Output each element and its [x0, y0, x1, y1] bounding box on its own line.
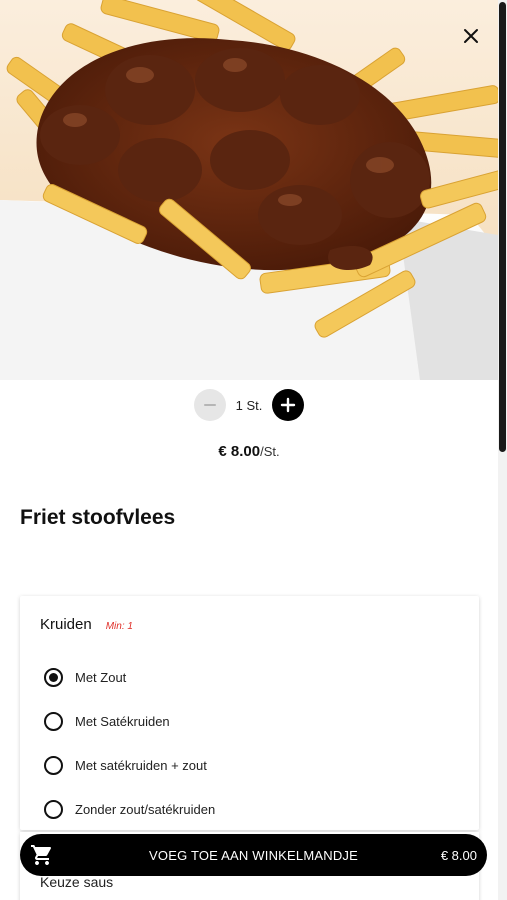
radio-button[interactable]: [44, 755, 63, 775]
product-title: Friet stoofvlees: [20, 506, 176, 529]
option-met-satekruiden[interactable]: Met Satékruiden: [44, 709, 170, 733]
scrollbar[interactable]: [498, 0, 507, 900]
option-group-min-label: Min: 1: [105, 621, 133, 632]
decrease-quantity-button[interactable]: [194, 389, 226, 421]
minus-icon: [204, 404, 216, 406]
scrollbar-thumb[interactable]: [499, 2, 506, 452]
close-icon: [464, 29, 478, 43]
add-to-cart-label: VOEG TOE AAN WINKELMANDJE: [149, 847, 358, 863]
quantity-value: 1 St.: [235, 397, 263, 413]
option-label: Met Zout: [75, 669, 127, 685]
radio-button[interactable]: [44, 711, 63, 731]
plus-icon: [280, 397, 296, 413]
product-image: [0, 0, 498, 380]
option-zonder-zout-satekruiden[interactable]: Zonder zout/satékruiden: [44, 797, 215, 821]
option-group-header: Kruiden Min: 1: [40, 616, 133, 633]
price-amount: € 8.00: [218, 443, 261, 460]
price-unit: /St.: [260, 444, 280, 459]
add-to-cart-button[interactable]: VOEG TOE AAN WINKELMANDJE € 8.00: [20, 834, 487, 876]
option-group-title: Kruiden: [40, 616, 92, 633]
unit-price: € 8.00/St.: [0, 443, 498, 460]
option-label: Met Satékruiden: [75, 713, 170, 729]
option-label: Zonder zout/satékruiden: [75, 801, 216, 817]
option-group-title: Keuze saus: [40, 874, 114, 890]
product-photo: [0, 0, 498, 380]
quantity-stepper: 1 St.: [194, 388, 304, 422]
option-met-zout[interactable]: Met Zout: [44, 665, 126, 689]
increase-quantity-button[interactable]: [272, 389, 304, 421]
radio-button[interactable]: [44, 799, 63, 819]
option-met-satekruiden-zout[interactable]: Met satékruiden + zout: [44, 753, 207, 777]
option-group-kruiden: Kruiden Min: 1 Met Zout Met Satékruiden …: [20, 596, 479, 830]
radio-button-checked[interactable]: [44, 667, 63, 687]
cart-total: € 8.00: [440, 847, 477, 863]
option-label: Met satékruiden + zout: [75, 757, 207, 773]
close-button[interactable]: [457, 22, 485, 50]
